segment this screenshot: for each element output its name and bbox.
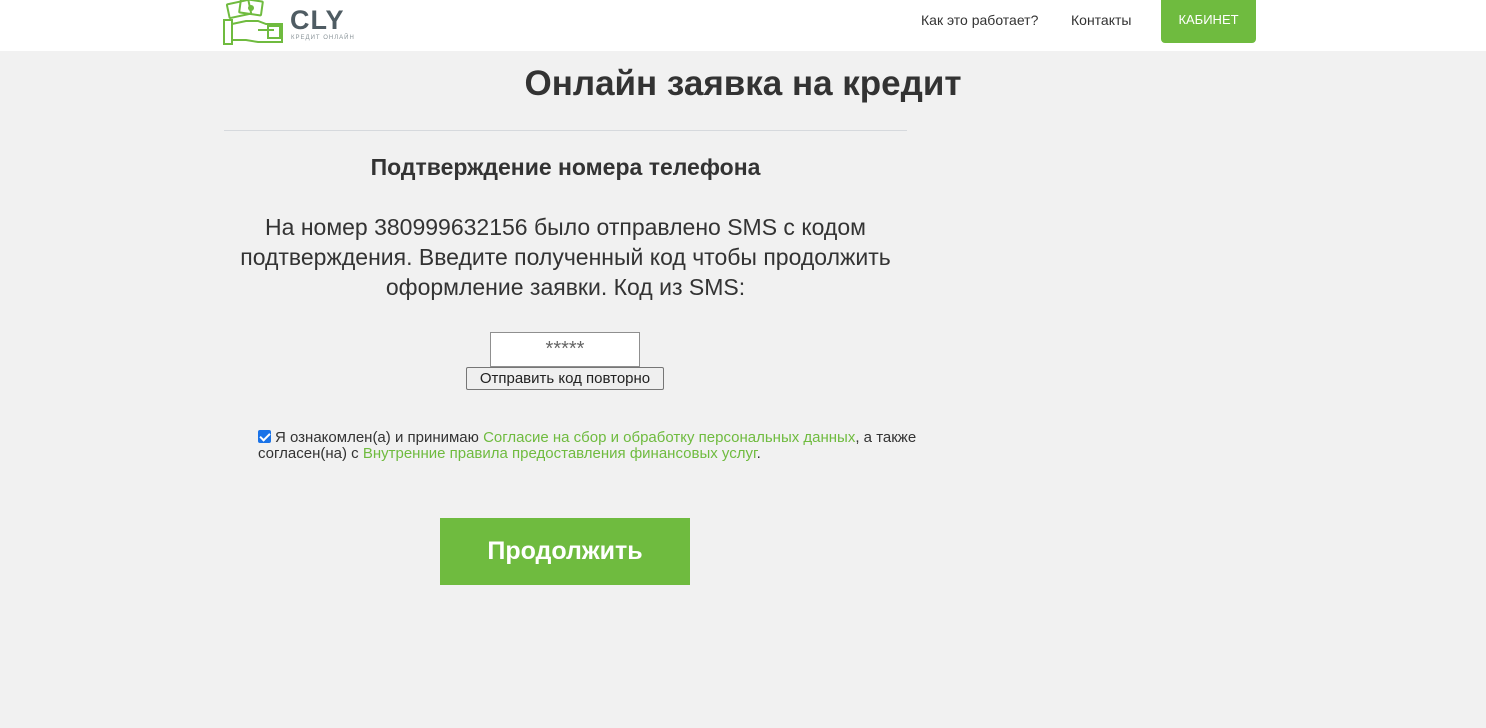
sms-code-input[interactable] <box>490 332 640 367</box>
consent-block: Я ознакомлен(а) и принимаю Согласие на с… <box>258 430 918 462</box>
consent-text-1: Я ознакомлен(а) и принимаю <box>275 429 484 446</box>
logo-tagline: КРЕДИТ ОНЛАЙН <box>291 35 355 41</box>
personal-data-consent-link[interactable]: Согласие на сбор и обработку персональны… <box>483 429 855 446</box>
nav-contacts[interactable]: Контакты <box>1071 12 1131 28</box>
section-title: Подтверждение номера телефона <box>370 154 761 180</box>
continue-button[interactable]: Продолжить <box>440 518 690 585</box>
logo-name: CLY <box>290 5 345 35</box>
cabinet-button[interactable]: КАБИНЕТ <box>1161 0 1256 43</box>
consent-checkbox[interactable] <box>258 430 271 443</box>
nav-how-it-works[interactable]: Как это работает? <box>921 12 1038 28</box>
page-title: Онлайн заявка на кредит <box>524 64 962 103</box>
money-hand-icon <box>223 0 283 45</box>
logo[interactable]: CLY КРЕДИТ ОНЛАЙН <box>222 0 362 46</box>
divider <box>224 130 907 131</box>
site-header: CLY КРЕДИТ ОНЛАЙН Как это работает? Конт… <box>0 0 1486 51</box>
consent-text-3: . <box>756 445 761 462</box>
financial-services-rules-link[interactable]: Внутренние правила предоставления финанс… <box>363 445 757 462</box>
resend-code-button[interactable]: Отправить код повторно <box>466 367 664 390</box>
sms-instructions: На номер 380999632156 было отправлено SM… <box>240 214 891 300</box>
